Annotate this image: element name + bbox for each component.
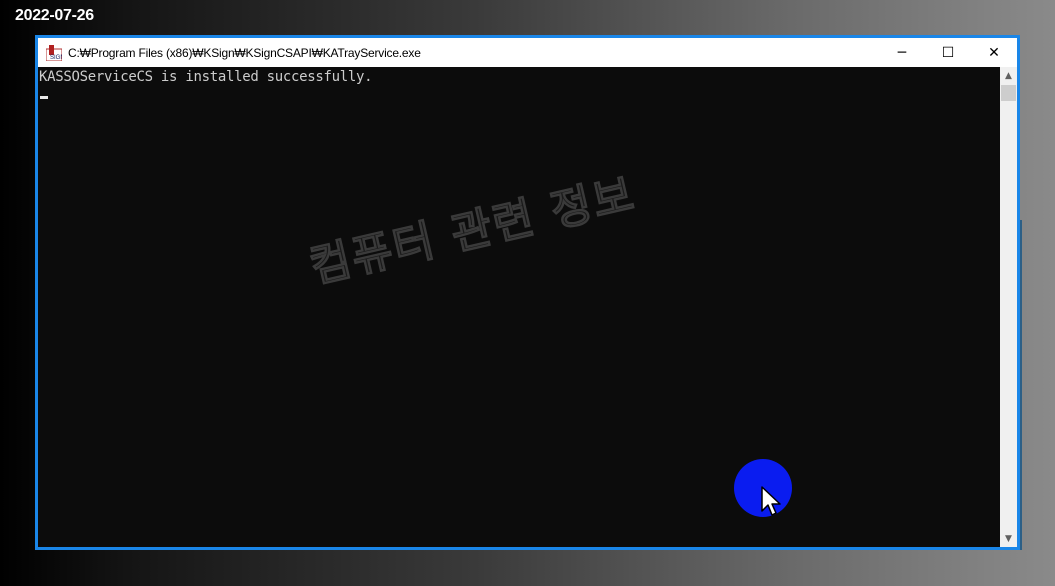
scroll-up-arrow-icon[interactable]: ▲ bbox=[1000, 67, 1017, 84]
minimize-button[interactable]: ─ bbox=[879, 38, 925, 67]
console-window[interactable]: SIGN C:₩Program Files (x86)₩KSign₩KSignC… bbox=[35, 35, 1020, 550]
window-controls: ─ ☐ ✕ bbox=[879, 38, 1017, 67]
scrollbar-thumb[interactable] bbox=[1001, 85, 1016, 101]
maximize-icon: ☐ bbox=[941, 44, 955, 61]
maximize-button[interactable]: ☐ bbox=[925, 38, 971, 67]
close-button[interactable]: ✕ bbox=[971, 38, 1017, 67]
ksign-app-icon: SIGN bbox=[46, 44, 62, 61]
svg-text:SIGN: SIGN bbox=[50, 55, 62, 61]
scroll-down-arrow-icon[interactable]: ▼ bbox=[1000, 530, 1017, 547]
vertical-scrollbar[interactable]: ▲ ▼ bbox=[1000, 67, 1017, 547]
title-bar[interactable]: SIGN C:₩Program Files (x86)₩KSign₩KSignC… bbox=[38, 38, 1017, 67]
text-cursor bbox=[40, 96, 48, 99]
console-output-area[interactable]: KASSOServiceCS is installed successfully… bbox=[38, 67, 1000, 547]
close-icon: ✕ bbox=[988, 44, 1000, 61]
console-output-line: KASSOServiceCS is installed successfully… bbox=[39, 69, 373, 85]
date-label: 2022-07-26 bbox=[15, 7, 94, 24]
window-title: C:₩Program Files (x86)₩KSign₩KSignCSAPI₩… bbox=[68, 45, 421, 60]
minimize-icon: ─ bbox=[897, 44, 907, 61]
mouse-pointer-icon bbox=[761, 486, 783, 523]
